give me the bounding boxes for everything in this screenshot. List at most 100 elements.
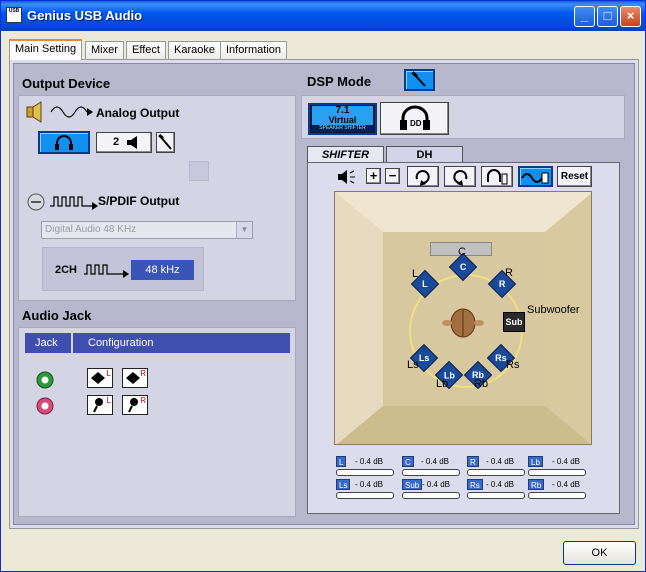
speaker-room-view[interactable]: C C L L R R Sub Subwoofer Ls Ls Rs Rs Lb…: [334, 191, 592, 445]
level-slider[interactable]: [528, 492, 586, 499]
svg-text:DD: DD: [410, 119, 422, 128]
speaker-left-label: L: [412, 268, 419, 280]
headphone-icon: [55, 135, 73, 150]
mic-left-input-button[interactable]: L: [87, 395, 113, 415]
tools-icon: [411, 71, 426, 87]
right-mark: R: [140, 369, 146, 378]
dsp-settings-button[interactable]: [404, 69, 435, 91]
level-db: - 0.4 dB: [422, 480, 451, 489]
analog-wave-icon: [50, 106, 93, 118]
green-jack-icon: [36, 371, 54, 389]
close-button[interactable]: ×: [620, 6, 641, 27]
mic-right-mark: R: [140, 396, 146, 405]
tab-dh[interactable]: DH: [386, 146, 463, 163]
rotate-counterclockwise-icon: [453, 170, 468, 186]
speaker-left-surround-label: Ls: [407, 359, 419, 371]
mic-left-mark: L: [106, 396, 111, 405]
audio-jack-panel: [18, 327, 296, 517]
level-slider[interactable]: [402, 469, 460, 476]
zoom-out-button[interactable]: −: [385, 168, 400, 184]
level-tag: L: [336, 456, 347, 467]
speaker-right-back-label: Rb: [474, 378, 489, 390]
spdif-status-box: 2CH 48 kHz: [42, 247, 204, 291]
digital-wave-small-icon: [84, 264, 129, 278]
virtual-71-badge: 7.1 Virtual SPEAKER SHIFTER: [312, 105, 373, 132]
audio-jack-title: Audio Jack: [22, 308, 92, 323]
tab-main-setting[interactable]: Main Setting: [9, 39, 83, 60]
digital-wave-icon: [50, 196, 98, 210]
level-db: - 0.4 dB: [486, 480, 515, 489]
spdif-output-label: S/PDIF Output: [98, 194, 180, 208]
analog-placeholder-box: [189, 161, 209, 181]
speaker-right-label: R: [505, 267, 513, 279]
speaker-center-label: C: [458, 246, 466, 258]
analog-output-label: Analog Output: [96, 106, 180, 120]
tab-mixer[interactable]: Mixer: [85, 41, 124, 59]
speaker-count-value: 2: [113, 136, 120, 148]
listener-head-icon: [442, 308, 484, 338]
ok-button[interactable]: OK: [563, 541, 636, 565]
tab-effect[interactable]: Effect: [126, 41, 166, 59]
rotate-clockwise-icon: [415, 170, 430, 186]
level-tag: Rb: [528, 479, 545, 490]
headphone-hand-button[interactable]: [481, 166, 513, 187]
headphone-mode-button[interactable]: [38, 131, 90, 154]
rotate-counterclockwise-button[interactable]: [444, 166, 476, 187]
headphone-hand-icon: [487, 169, 508, 185]
spdif-format-select[interactable]: Digital Audio 48 KHz ▼: [41, 221, 253, 239]
rotate-clockwise-button[interactable]: [407, 166, 439, 187]
tools-icon: [158, 133, 172, 150]
virtual-71-mid-text: Virtual: [328, 115, 357, 125]
sample-rate-value: 48 kHz: [131, 260, 194, 280]
dsp-mode-title: DSP Mode: [307, 74, 372, 89]
minimize-button[interactable]: _: [574, 6, 595, 27]
left-mark: L: [106, 369, 111, 378]
tab-information[interactable]: Information: [220, 41, 288, 59]
level-db: - 0.4 dB: [355, 480, 384, 489]
level-tag: Sub: [402, 479, 423, 490]
analog-settings-button[interactable]: [156, 132, 175, 153]
chevron-down-icon: ▼: [236, 222, 252, 238]
level-tag: Rs: [467, 479, 483, 490]
dolby-headphone-icon: DD: [400, 105, 430, 130]
level-slider[interactable]: [336, 492, 394, 499]
wave-hand-button[interactable]: [518, 166, 553, 187]
speaker-small-icon: [127, 136, 137, 149]
front-left-output-button[interactable]: L: [87, 368, 113, 388]
wave-hand-icon: [521, 172, 549, 184]
tab-shifter[interactable]: SHIFTER: [307, 146, 384, 163]
maximize-button[interactable]: □: [597, 6, 618, 27]
virtual-71-button[interactable]: 7.1 Virtual SPEAKER SHIFTER: [308, 103, 377, 135]
channel-label: 2CH: [55, 264, 78, 276]
level-slider[interactable]: [528, 469, 586, 476]
level-tag: R: [467, 456, 479, 467]
speaker-icon: [26, 101, 42, 123]
window-title: Genius USB Audio: [27, 8, 143, 23]
output-device-title: Output Device: [22, 76, 111, 91]
usb-app-icon: USB: [6, 7, 22, 23]
dolby-headphone-button[interactable]: DD: [380, 102, 449, 135]
speaker-left-back-label: Lb: [436, 378, 449, 390]
level-tag: Ls: [336, 479, 351, 490]
spdif-format-value: Digital Audio 48 KHz: [45, 224, 137, 235]
level-slider[interactable]: [467, 469, 525, 476]
level-slider[interactable]: [467, 492, 525, 499]
jack-column-header: Jack: [25, 333, 71, 353]
level-db: - 0.4 dB: [355, 457, 384, 466]
level-slider[interactable]: [402, 492, 460, 499]
level-db: - 0.4 dB: [421, 457, 450, 466]
zoom-in-button[interactable]: +: [366, 168, 381, 184]
speaker-count-button[interactable]: 2: [96, 132, 152, 153]
level-tag: Lb: [528, 456, 543, 467]
configuration-column-header: Configuration: [73, 333, 290, 353]
mic-right-input-button[interactable]: R: [122, 395, 148, 415]
front-right-output-button[interactable]: R: [122, 368, 148, 388]
reset-button[interactable]: Reset: [557, 166, 592, 187]
tab-karaoke[interactable]: Karaoke: [168, 41, 221, 59]
title-bar[interactable]: USB Genius USB Audio _ □ ×: [1, 1, 645, 31]
speaker-subwoofer[interactable]: Sub: [503, 312, 525, 332]
speaker-subwoofer-label: Subwoofer: [527, 304, 580, 316]
level-slider[interactable]: [336, 469, 394, 476]
level-db: - 0.4 dB: [486, 457, 515, 466]
level-db: - 0.4 dB: [552, 457, 581, 466]
